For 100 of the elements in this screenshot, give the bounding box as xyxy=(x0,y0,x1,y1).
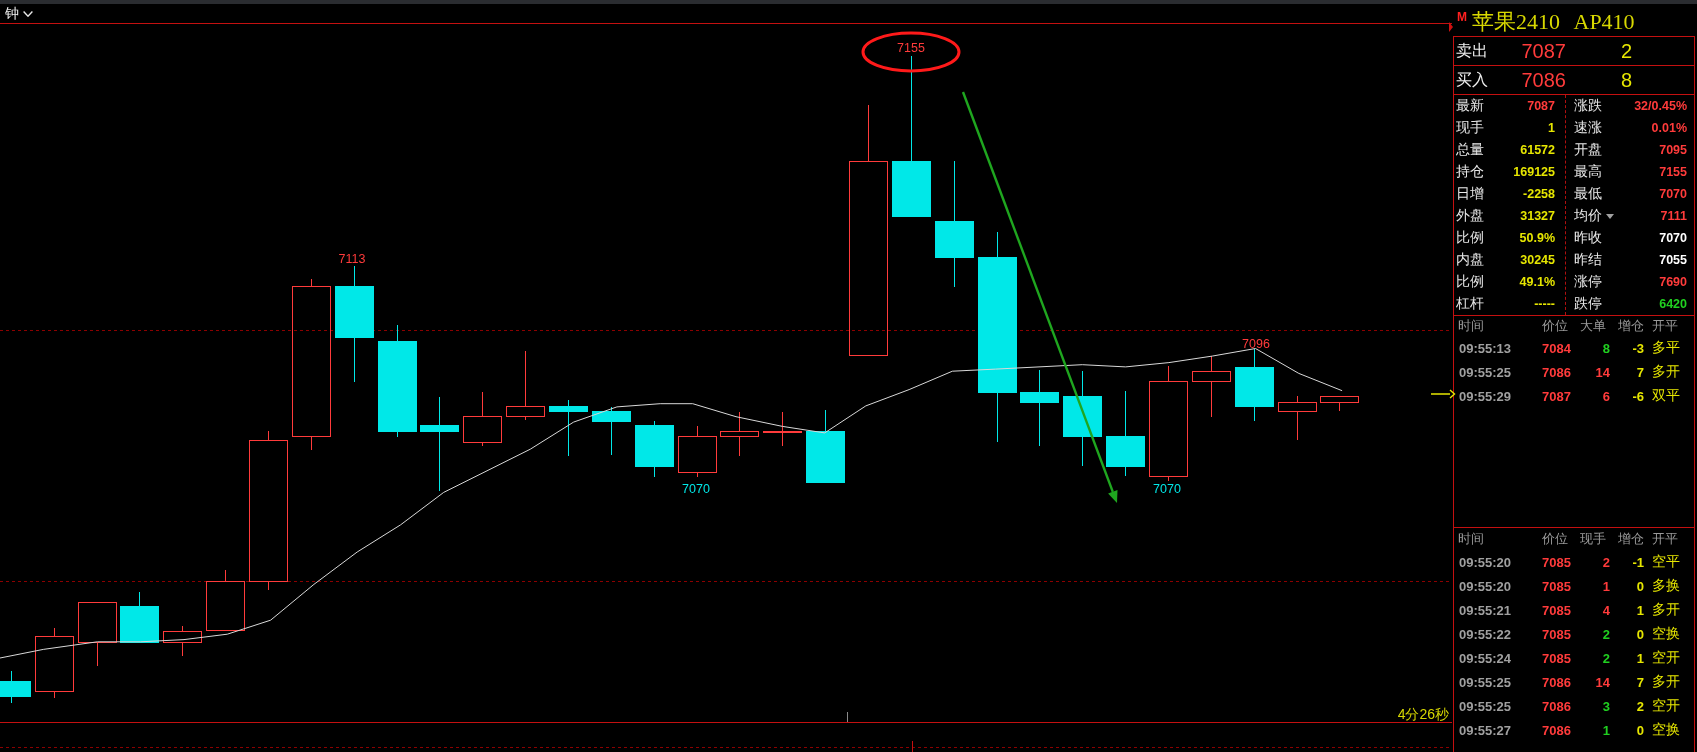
stat-label: 比例 xyxy=(1456,229,1484,247)
stat-label: 最高 xyxy=(1574,163,1602,181)
axis-tick-mark xyxy=(847,711,848,722)
elapsed-time: 4分26秒 xyxy=(1397,706,1449,722)
volume-cell: 4 xyxy=(1602,602,1610,618)
volume-cell: 8 xyxy=(1602,340,1610,356)
column-header: 时间 xyxy=(1457,317,1484,335)
volume-cell: 14 xyxy=(1595,674,1610,690)
candlestick xyxy=(120,591,159,643)
volume-cell: 1 xyxy=(1602,722,1610,738)
column-header: 大单 xyxy=(1580,317,1606,335)
oi-change-cell: 0 xyxy=(1636,722,1644,738)
candlestick xyxy=(463,391,502,447)
oi-change-cell: -3 xyxy=(1632,340,1644,356)
trade-type-cell-text: 多换 xyxy=(1651,577,1680,595)
stat-label: 杠杆 xyxy=(1456,295,1484,313)
stat-label: 最低 xyxy=(1574,185,1602,203)
candlestick xyxy=(635,420,674,478)
column-header: 增仓 xyxy=(1618,317,1644,335)
stat-value: 30245 xyxy=(1520,253,1555,267)
stat-label: 均价 xyxy=(1574,207,1602,225)
time-cell-text: 09:55:13 xyxy=(1458,340,1512,356)
volume-cell: 6 xyxy=(1602,388,1610,404)
price-cell: 7085 xyxy=(1542,554,1571,570)
stat-label: 总量 xyxy=(1456,141,1484,159)
price-label: 7070 xyxy=(682,482,710,496)
stat-value: 1 xyxy=(1548,121,1555,135)
price-label: 7096 xyxy=(1242,337,1270,351)
time-cell-text: 09:55:22 xyxy=(1458,626,1512,642)
price-cell: 7086 xyxy=(1542,674,1571,690)
volume-cell: 3 xyxy=(1602,698,1610,714)
oi-change-cell: 7 xyxy=(1636,364,1644,380)
stat-label: 涨停 xyxy=(1574,273,1602,291)
price-cell: 7084 xyxy=(1542,340,1571,356)
trade-type-cell-text: 空换 xyxy=(1651,721,1680,739)
trade-type-cell-text: 多开 xyxy=(1651,363,1680,381)
book-side-label: 买入 xyxy=(1455,69,1488,90)
stat-value: 7095 xyxy=(1659,143,1687,157)
candlestick xyxy=(206,569,245,631)
volume-cell: 2 xyxy=(1602,650,1610,666)
trade-type-cell-text: 多开 xyxy=(1651,673,1680,691)
column-header: 时间 xyxy=(1457,530,1484,548)
oi-change-cell: 2 xyxy=(1636,698,1644,714)
stat-value: 32/0.45% xyxy=(1634,99,1687,113)
candlestick xyxy=(549,399,588,457)
chevron-down-icon[interactable] xyxy=(23,10,33,17)
time-cell-text: 09:55:25 xyxy=(1458,364,1512,380)
column-header: 增仓 xyxy=(1618,530,1644,548)
price-cell: 7086 xyxy=(1542,364,1571,380)
stat-value: 7055 xyxy=(1659,253,1687,267)
time-cell-text: 09:55:25 xyxy=(1458,698,1512,714)
trade-type-cell-text: 空开 xyxy=(1651,697,1680,715)
time-cell-text: 09:55:25 xyxy=(1458,674,1512,690)
price-marker-icon xyxy=(1431,389,1456,399)
price-cell: 7086 xyxy=(1542,722,1571,738)
time-cell-text: 09:55:21 xyxy=(1458,602,1512,618)
stat-value: 7690 xyxy=(1659,275,1687,289)
price-cell: 7085 xyxy=(1542,578,1571,594)
oi-change-cell: 1 xyxy=(1636,602,1644,618)
stat-label: 内盘 xyxy=(1456,251,1484,269)
candlestick xyxy=(678,425,717,478)
trade-type-cell-text: 空平 xyxy=(1651,553,1680,571)
candlestick xyxy=(1320,395,1359,412)
price-label: 7155 xyxy=(897,41,925,55)
price-cell: 7085 xyxy=(1542,602,1571,618)
stat-value: 6420 xyxy=(1659,297,1687,311)
column-header: 开平 xyxy=(1651,317,1678,335)
stat-value: 7070 xyxy=(1659,187,1687,201)
candlestick xyxy=(163,625,202,657)
stat-label: 昨结 xyxy=(1574,251,1602,269)
stat-label: 外盘 xyxy=(1456,207,1484,225)
oi-change-cell: 1 xyxy=(1636,650,1644,666)
trade-type-cell-text: 多平 xyxy=(1651,339,1680,357)
column-header: 开平 xyxy=(1651,530,1678,548)
stat-value: 7087 xyxy=(1527,99,1555,113)
trade-type-cell-text: 多开 xyxy=(1651,601,1680,619)
stat-label: 比例 xyxy=(1456,273,1484,291)
column-header: 价位 xyxy=(1542,317,1568,335)
volume-cell: 1 xyxy=(1602,578,1610,594)
main-contract-label: M xyxy=(1457,10,1467,24)
trade-type-cell-text: 空换 xyxy=(1651,625,1680,643)
caret-down-icon[interactable] xyxy=(1606,213,1614,219)
volume-cell: 2 xyxy=(1602,626,1610,642)
stat-value: 7070 xyxy=(1659,231,1687,245)
stat-label: 速涨 xyxy=(1574,119,1602,137)
candlestick xyxy=(720,411,759,457)
price-cell: 7087 xyxy=(1542,388,1571,404)
candlestick xyxy=(592,406,631,456)
stat-value: 61572 xyxy=(1520,143,1555,157)
candlestick xyxy=(1278,395,1317,441)
period-selector[interactable]: 钟 xyxy=(0,4,33,23)
book-volume: 8 xyxy=(1620,68,1632,92)
column-header: 价位 xyxy=(1542,530,1568,548)
price-label: 7113 xyxy=(338,252,366,266)
time-cell-text: 09:55:20 xyxy=(1458,578,1512,594)
volume-cell: 14 xyxy=(1595,364,1610,380)
stat-value: -2258 xyxy=(1523,187,1555,201)
book-volume: 2 xyxy=(1620,39,1632,63)
oi-change-cell: 0 xyxy=(1636,626,1644,642)
contract-title: 苹果2410 AP410 xyxy=(1472,7,1635,36)
